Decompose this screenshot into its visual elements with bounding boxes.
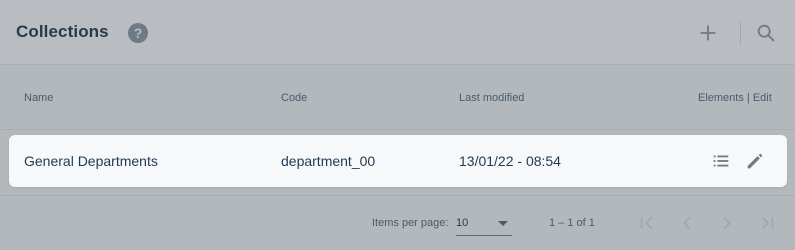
edit-icon[interactable]: [744, 150, 766, 172]
column-header-actions: Elements | Edit: [698, 92, 772, 104]
last-page-icon[interactable]: [756, 212, 778, 234]
previous-page-icon[interactable]: [676, 212, 698, 234]
add-icon[interactable]: [697, 22, 719, 44]
items-per-page-value: 10: [456, 217, 469, 229]
chevron-down-icon: [498, 221, 508, 226]
table-row[interactable]: General Departments department_00 13/01/…: [9, 135, 787, 187]
column-header-code[interactable]: Code: [281, 92, 307, 104]
next-page-icon[interactable]: [716, 212, 738, 234]
header-divider: [0, 129, 795, 130]
items-per-page-label: Items per page:: [372, 217, 449, 229]
column-header-last-modified[interactable]: Last modified: [459, 92, 524, 104]
first-page-icon[interactable]: [636, 212, 658, 234]
items-per-page-select[interactable]: 10: [456, 210, 512, 236]
row-name: General Departments: [24, 153, 158, 169]
page-range-label: 1 – 1 of 1: [549, 217, 595, 229]
row-last-modified: 13/01/22 - 08:54: [459, 153, 561, 169]
column-header-name[interactable]: Name: [24, 92, 53, 104]
toolbar-divider: [740, 22, 741, 44]
footer-divider: [0, 195, 795, 196]
page-title: Collections: [16, 22, 109, 41]
help-icon[interactable]: ?: [128, 23, 148, 43]
row-code: department_00: [281, 153, 376, 169]
search-icon[interactable]: [755, 22, 777, 44]
collections-header: Collections ?: [0, 0, 795, 65]
list-icon[interactable]: [710, 150, 732, 172]
